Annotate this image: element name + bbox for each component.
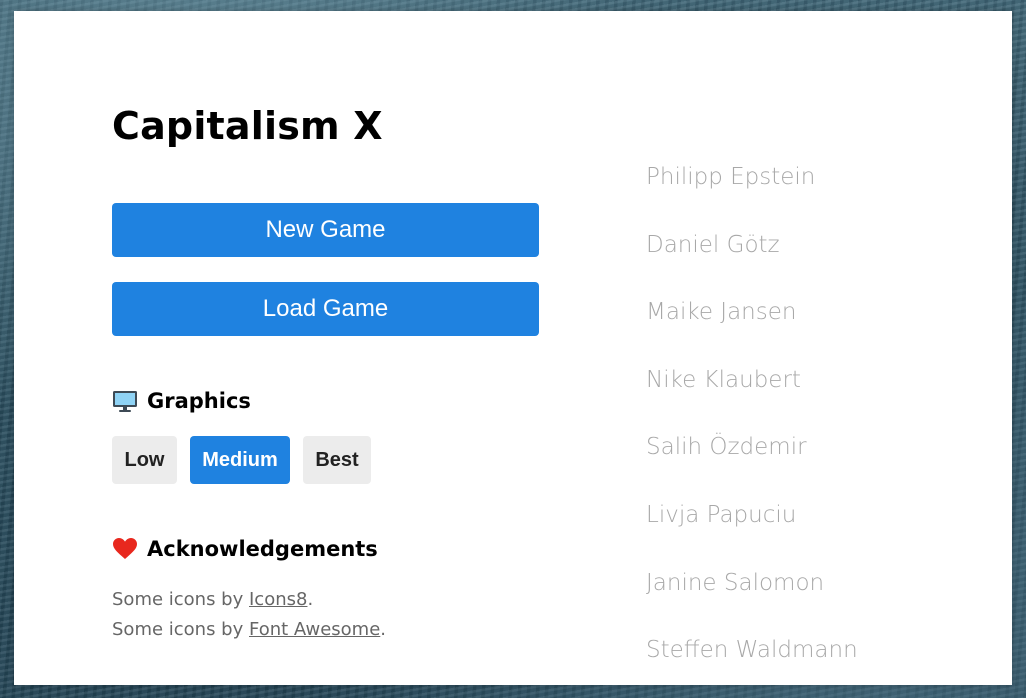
credit-name: Philipp Epstein — [646, 164, 816, 190]
icons8-link[interactable]: Icons8 — [249, 589, 307, 610]
acknowledgements-heading-label: Acknowledgements — [147, 537, 378, 561]
graphics-medium-button[interactable]: Medium — [190, 436, 290, 484]
graphics-heading-label: Graphics — [147, 389, 251, 413]
graphics-best-button[interactable]: Best — [303, 436, 371, 484]
credit-name: Daniel Götz — [646, 231, 780, 258]
font-awesome-link[interactable]: Font Awesome — [249, 619, 380, 640]
heart-icon — [112, 536, 138, 562]
credit-name: Maike Jansen — [646, 299, 797, 326]
credit-name: Nike Klaubert — [646, 366, 801, 393]
credit-name: Janine Salomon — [646, 569, 825, 596]
credit-name: Steffen Waldmann — [646, 637, 858, 664]
monitor-icon — [112, 388, 138, 414]
credits-list: Philipp Epstein Daniel Götz Maike Jansen… — [646, 157, 858, 698]
ack-line-icons8: Some icons by Icons8. — [112, 589, 314, 610]
credit-name: Salih Özdemir — [646, 434, 807, 461]
main-menu-card: Capitalism X New Game Load Game Graphics… — [14, 11, 1012, 685]
game-title: Capitalism X — [112, 104, 383, 148]
new-game-button[interactable]: New Game — [112, 203, 539, 257]
graphics-heading: Graphics — [112, 388, 251, 414]
graphics-low-button[interactable]: Low — [112, 436, 177, 484]
load-game-button[interactable]: Load Game — [112, 282, 539, 336]
ack-line-font-awesome: Some icons by Font Awesome. — [112, 619, 387, 640]
acknowledgements-heading: Acknowledgements — [112, 536, 378, 562]
credit-name: Livja Papuciu — [646, 501, 797, 528]
